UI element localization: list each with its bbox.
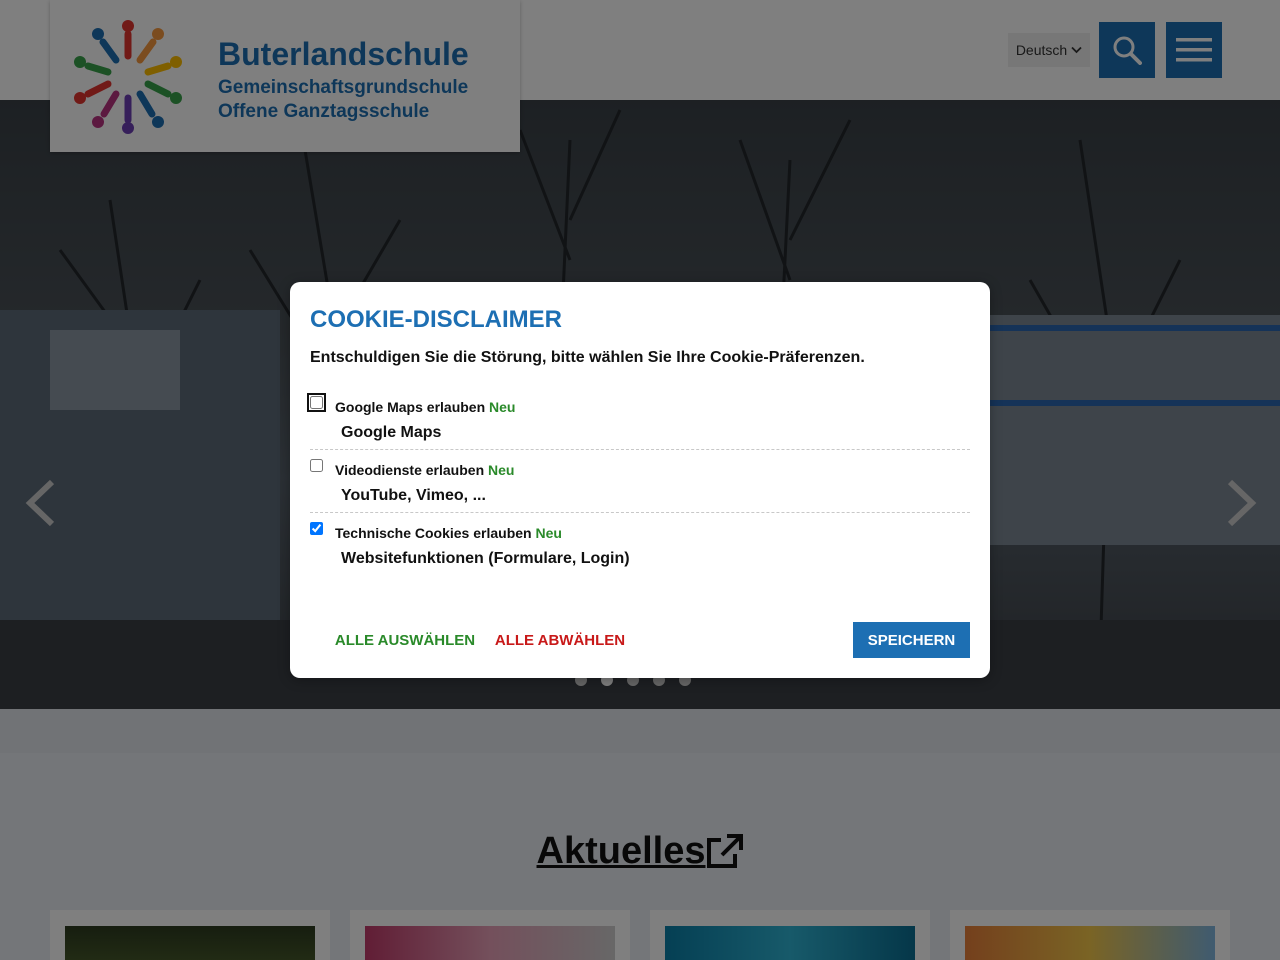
- technical-cookies-label[interactable]: Technische Cookies erlauben Neu: [335, 525, 562, 541]
- new-badge: Neu: [489, 399, 516, 415]
- technical-cookies-description: Websitefunktionen (Formulare, Login): [341, 550, 630, 567]
- video-services-checkbox[interactable]: [310, 459, 323, 472]
- deselect-all-button[interactable]: ALLE ABWÄHLEN: [492, 622, 628, 658]
- cookie-option-technical: Technische Cookies erlauben Neu Websitef…: [310, 512, 970, 575]
- cookie-dialog-intro: Entschuldigen Sie die Störung, bitte wäh…: [310, 349, 865, 366]
- new-badge: Neu: [535, 525, 562, 541]
- save-button[interactable]: SPEICHERN: [853, 622, 970, 658]
- new-badge: Neu: [488, 462, 515, 478]
- video-services-label[interactable]: Videodienste erlauben Neu: [335, 462, 514, 478]
- google-maps-label[interactable]: Google Maps erlauben Neu: [335, 399, 515, 415]
- select-all-button[interactable]: ALLE AUSWÄHLEN: [320, 622, 490, 658]
- cookie-dialog-title: COOKIE-DISCLAIMER: [310, 306, 562, 333]
- cookie-option-google-maps: Google Maps erlauben Neu Google Maps: [307, 386, 970, 450]
- page: Buterlandschule Gemeinschaftsgrundschule…: [0, 0, 1280, 960]
- cookie-dialog: COOKIE-DISCLAIMER Entschuldigen Sie die …: [290, 282, 990, 678]
- technical-cookies-checkbox[interactable]: [310, 522, 323, 535]
- video-services-description: YouTube, Vimeo, ...: [341, 487, 486, 504]
- google-maps-checkbox[interactable]: [307, 393, 326, 412]
- cookie-option-video: Videodienste erlauben Neu YouTube, Vimeo…: [310, 449, 970, 513]
- google-maps-description: Google Maps: [341, 424, 442, 441]
